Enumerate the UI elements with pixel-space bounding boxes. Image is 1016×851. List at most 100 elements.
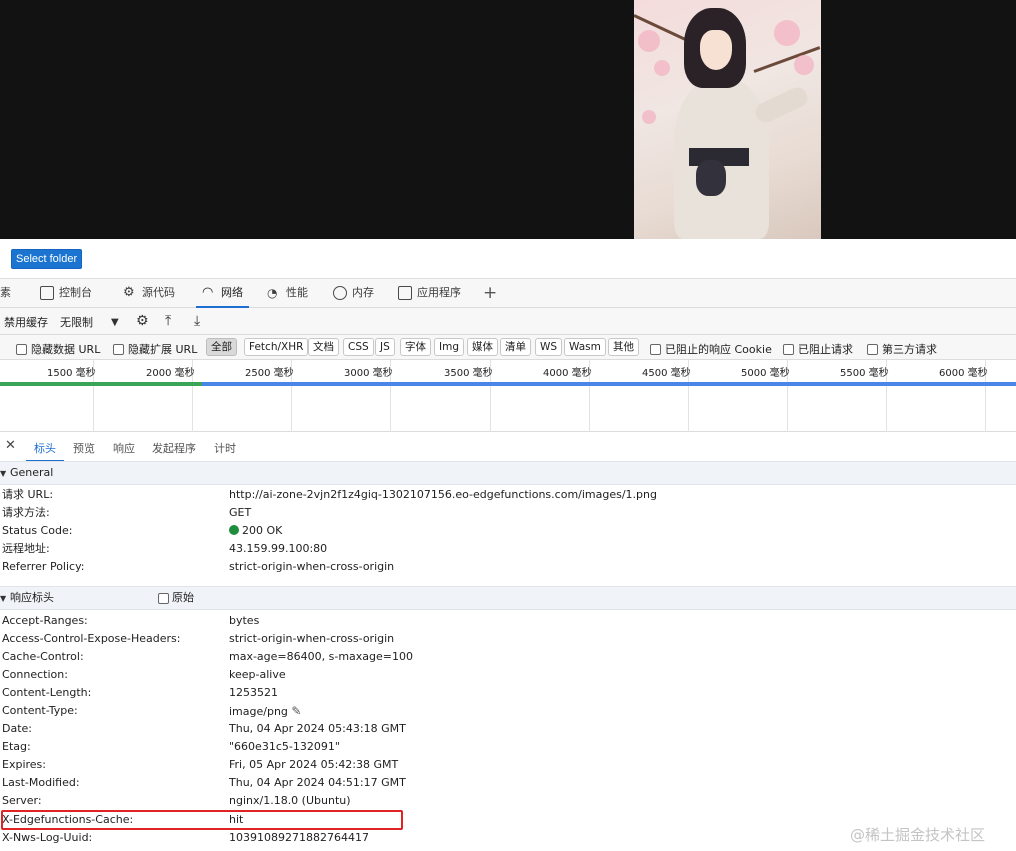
blocked-requests-checkbox[interactable]: 已阻止请求 (783, 341, 853, 357)
filter-manifest[interactable]: 清单 (500, 338, 531, 356)
devtools-tabbar: 素 控制台 ⚙ 源代码 ◠ 网络 ◔ 性能 内存 应用程序 + (0, 279, 1016, 308)
filter-media[interactable]: 媒体 (467, 338, 498, 356)
general-row: Referrer Policy: strict-origin-when-cross… (2, 560, 395, 573)
checkbox-label: 已阻止请求 (798, 343, 853, 356)
tab-initiator[interactable]: 发起程序 (152, 440, 196, 456)
raw-checkbox[interactable]: 原始 (158, 587, 194, 609)
watermark: @稀土掘金技术社区 (850, 826, 986, 844)
add-tab-button[interactable]: + (483, 279, 497, 307)
image-viewer (0, 0, 1016, 239)
header-row: Last-Modified: Thu, 04 Apr 2024 04:51:17 … (2, 776, 406, 789)
close-icon[interactable]: ✕ (5, 438, 16, 453)
tab-preview[interactable]: 预览 (73, 440, 95, 456)
filter-css[interactable]: CSS (343, 338, 374, 356)
filter-wasm[interactable]: Wasm (564, 338, 606, 356)
network-toolbar: 禁用缓存 无限制 ▼ ⚙ ⤒ ⤓ (0, 308, 1016, 335)
chevron-down-icon[interactable]: ▼ (111, 315, 119, 331)
header-row: Expires: Fri, 05 Apr 2024 05:42:38 GMT (2, 758, 399, 771)
checkbox-label: 已阻止的响应 Cookie (665, 343, 772, 356)
header-row: Accept-Ranges: bytes (2, 614, 260, 627)
filter-other[interactable]: 其他 (608, 338, 639, 356)
header-row: Server: nginx/1.18.0 (Ubuntu) (2, 794, 351, 807)
network-overview[interactable]: 1500 毫秒 2000 毫秒 2500 毫秒 3000 毫秒 3500 毫秒 … (0, 360, 1016, 432)
general-row: 远程地址: 43.159.99.100:80 (2, 542, 328, 555)
filter-fetch-xhr[interactable]: Fetch/XHR (244, 338, 309, 356)
select-folder-button[interactable]: Select folder (11, 249, 83, 269)
application-icon (398, 286, 412, 300)
timeline-bar-blue (202, 382, 1016, 386)
checkbox-box (158, 592, 169, 604)
checkbox-box (867, 343, 878, 355)
timeline-tick: 3000 毫秒 (344, 360, 393, 432)
tab-label: 网络 (221, 286, 243, 299)
timeline-tick: 2000 毫秒 (146, 360, 195, 432)
request-detail-tabs: ✕ 标头 预览 响应 发起程序 计时 (0, 433, 1016, 462)
timeline-tick: 2500 毫秒 (245, 360, 294, 432)
tab-performance[interactable]: ◔ 性能 (267, 279, 308, 307)
filter-font[interactable]: 字体 (400, 338, 431, 356)
checkbox-box (113, 343, 124, 355)
header-row: Cache-Control: max-age=86400, s-maxage=10… (2, 650, 413, 663)
download-icon[interactable]: ⤓ (194, 313, 200, 329)
tab-label: 素 (0, 286, 11, 299)
throttle-select[interactable]: 无限制 (60, 314, 93, 330)
filter-all[interactable]: 全部 (206, 338, 237, 356)
header-row: Content-Length: 1253521 (2, 686, 278, 699)
timeline-tick: 6000 毫秒 (939, 360, 988, 432)
header-row: Etag: "660e31c5-132091" (2, 740, 340, 753)
checkbox-box (783, 343, 794, 355)
filter-ws[interactable]: WS (535, 338, 563, 356)
triangle-down-icon: ▼ (0, 469, 7, 478)
memory-icon (333, 286, 347, 300)
edit-pencil-icon[interactable]: ✎ (291, 704, 301, 718)
wifi-icon: ◠ (202, 285, 214, 300)
console-icon (40, 286, 54, 300)
tab-headers[interactable]: 标头 (26, 440, 64, 462)
checkbox-label: 隐藏数据 URL (31, 343, 101, 356)
tab-elements[interactable]: 素 (0, 279, 11, 307)
filter-js[interactable]: JS (375, 338, 395, 356)
preview-image (634, 0, 821, 239)
tab-label: 性能 (286, 286, 308, 299)
section-title: General (10, 466, 54, 479)
header-row: Access-Control-Expose-Headers: strict-ori… (2, 632, 395, 645)
filter-img[interactable]: Img (434, 338, 464, 356)
network-conditions-icon[interactable]: ⚙ (136, 313, 149, 329)
third-party-checkbox[interactable]: 第三方请求 (867, 341, 937, 357)
hide-ext-url-checkbox[interactable]: 隐藏扩展 URL (113, 341, 197, 357)
tab-sources[interactable]: ⚙ 源代码 (123, 279, 175, 307)
tab-timing[interactable]: 计时 (214, 440, 236, 456)
general-row: Status Code: 200 OK (2, 524, 283, 537)
timeline-tick: 5000 毫秒 (741, 360, 790, 432)
checkbox-label: 第三方请求 (882, 343, 937, 356)
timeline-tick: 5500 毫秒 (840, 360, 889, 432)
checkbox-box (650, 343, 661, 355)
tab-memory[interactable]: 内存 (333, 279, 374, 307)
checkbox-label: 隐藏扩展 URL (128, 343, 198, 356)
timeline-bar-green (0, 382, 202, 386)
tab-label: 控制台 (59, 286, 92, 299)
timeline-tick: 4500 毫秒 (642, 360, 691, 432)
tab-label: 应用程序 (417, 286, 461, 299)
triangle-down-icon: ▼ (0, 594, 7, 603)
response-headers-section-header[interactable]: ▼ 响应标头 原始 (0, 586, 1016, 610)
blocked-cookies-checkbox[interactable]: 已阻止的响应 Cookie (650, 341, 772, 357)
hide-data-url-checkbox[interactable]: 隐藏数据 URL (16, 341, 100, 357)
tab-label: 源代码 (142, 286, 175, 299)
header-value: image/png (229, 705, 288, 718)
tab-console[interactable]: 控制台 (40, 279, 92, 307)
timeline-tick: 1500 毫秒 (47, 360, 96, 432)
general-section-header[interactable]: ▼ General (0, 461, 1016, 485)
tab-application[interactable]: 应用程序 (398, 279, 461, 307)
general-row: 请求 URL: http://ai-zone-2vjn2f1z4giq-13021… (2, 488, 657, 501)
header-row: Content-Type: image/png ✎ (2, 704, 302, 718)
status-ok-icon (229, 525, 239, 535)
section-title: 响应标头 (10, 591, 54, 604)
tab-network[interactable]: ◠ 网络 (196, 279, 249, 308)
filter-doc[interactable]: 文档 (308, 338, 339, 356)
upload-icon[interactable]: ⤒ (165, 313, 171, 329)
sources-icon: ⚙ (123, 285, 135, 300)
disable-cache-label[interactable]: 禁用缓存 (4, 314, 48, 330)
tab-response[interactable]: 响应 (113, 440, 135, 456)
filter-bar: 隐藏数据 URL 隐藏扩展 URL 全部 Fetch/XHR 文档 CSS JS… (0, 335, 1016, 360)
